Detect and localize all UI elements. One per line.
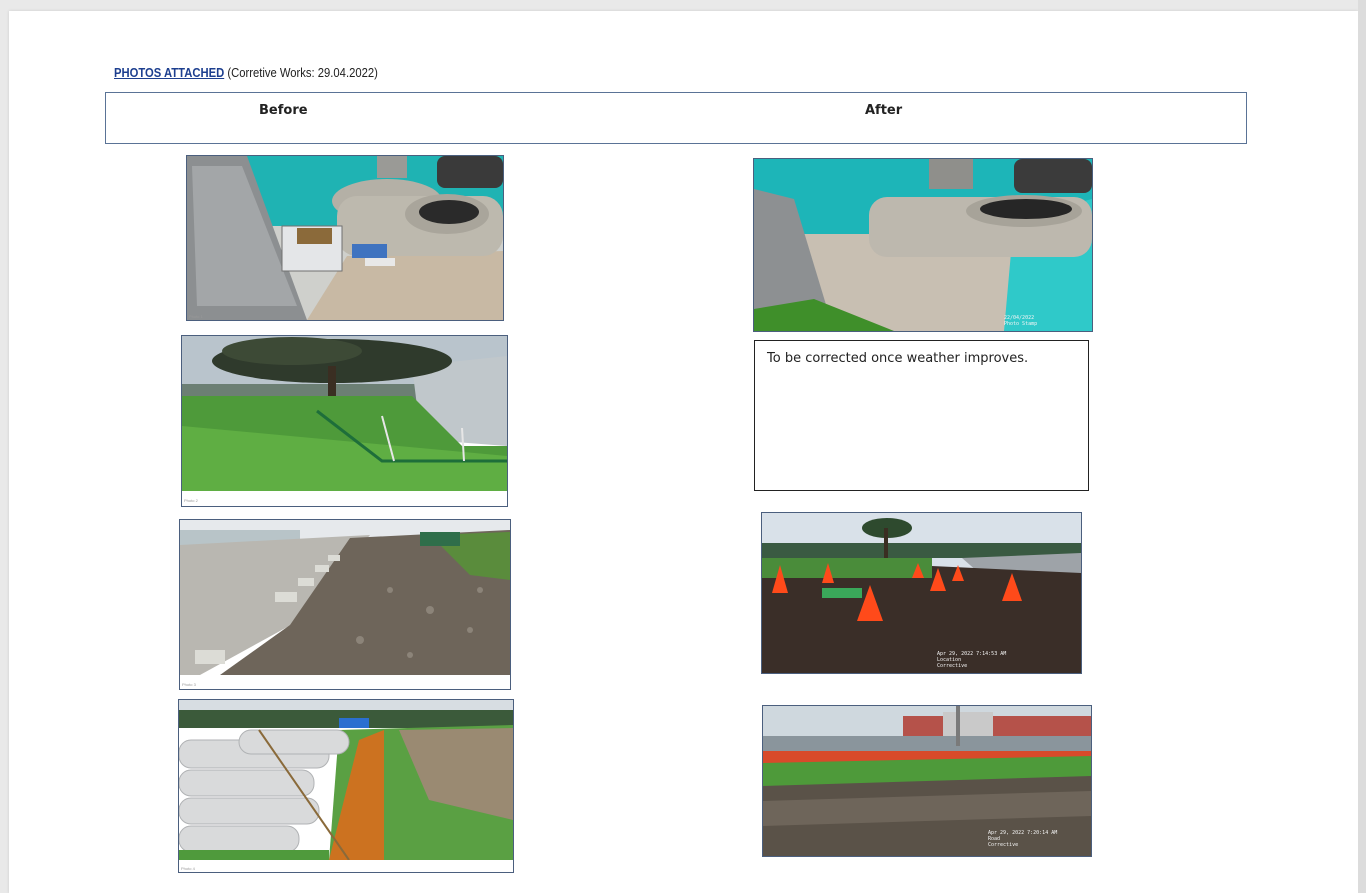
after-photo-4: Apr 29, 2022 7:20:14 AM Road Corrective [762,705,1092,857]
svg-text:Photo 4: Photo 4 [181,866,196,871]
before-photo-1: Photo 1 [186,155,504,321]
svg-text:Photo 2: Photo 2 [184,498,199,503]
before-photo-2: Photo 2 [181,335,508,507]
after-note-text: To be corrected once weather improves. [767,351,1029,366]
svg-text:Corrective: Corrective [988,842,1018,848]
photos-attached-link[interactable]: PHOTOS ATTACHED [114,66,224,80]
svg-text:Photo Stamp: Photo Stamp [1004,321,1037,327]
svg-text:Photo 1: Photo 1 [189,314,204,319]
svg-text:Photo 3: Photo 3 [182,682,197,687]
after-photo-1: 22/04/2022 Photo Stamp [753,158,1093,332]
corrective-works-date: (Corretive Works: 29.04.2022) [227,66,378,80]
document-page: PHOTOS ATTACHED (Corretive Works: 29.04.… [9,11,1358,893]
vertical-scrollbar[interactable] [1358,0,1366,893]
after-column-label: After [865,103,903,118]
before-after-header-table: Before After [105,92,1247,144]
svg-text:Corrective: Corrective [937,663,967,669]
photos-heading: PHOTOS ATTACHED (Corretive Works: 29.04.… [114,66,378,80]
before-column-label: Before [259,103,308,118]
after-note-box: To be corrected once weather improves. [754,340,1089,491]
after-photo-3: Apr 29, 2022 7:14:53 AM Location Correct… [761,512,1082,674]
before-photo-3: Photo 3 [179,519,511,690]
before-photo-4: Photo 4 [178,699,514,873]
